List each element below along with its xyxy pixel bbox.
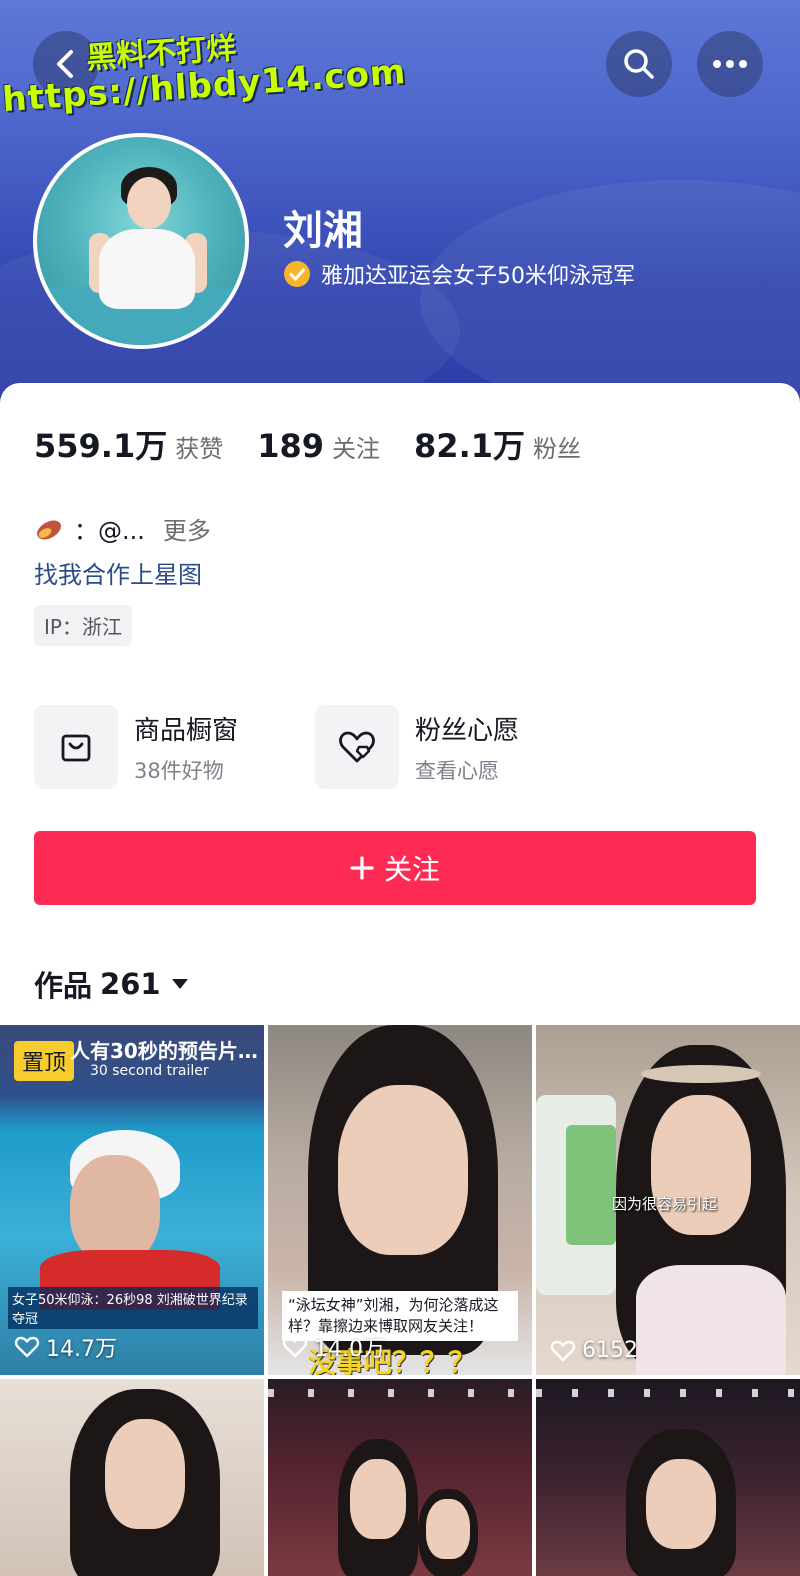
stat-following[interactable]: 189 关注 [257, 427, 380, 465]
video-tile[interactable] [536, 1379, 800, 1576]
video-likes: 14.7万 [14, 1331, 117, 1363]
thumbnail-lights [536, 1389, 800, 1397]
avatar-figure [99, 229, 195, 309]
bio-line: ：@... 更多 [34, 511, 211, 546]
banner-decoration [420, 180, 800, 410]
video-tile[interactable]: 置顶 人有30秒的预告片… 30 second trailer 女子50米仰泳：… [0, 1025, 264, 1375]
follow-button-label: 关注 [383, 853, 440, 886]
works-tab[interactable]: 作品 261 [34, 963, 189, 1005]
thumbnail-figure [636, 1265, 786, 1375]
more-options-button[interactable] [697, 31, 763, 97]
collab-link[interactable]: 找我合作上星图 [34, 555, 202, 590]
bio-more-link[interactable]: 更多 [163, 511, 211, 546]
stat-label: 获赞 [175, 435, 224, 463]
thumbnail-figure [651, 1095, 751, 1235]
thumbnail-figure [350, 1459, 406, 1539]
stat-label: 粉丝 [533, 435, 581, 463]
heart-wish-icon [339, 731, 375, 763]
video-tile[interactable] [0, 1379, 264, 1576]
thumbnail-figure [105, 1419, 185, 1529]
video-tile[interactable] [268, 1379, 532, 1576]
video-likes: 6152 [550, 1338, 638, 1363]
bio-text: ：@... [74, 517, 145, 545]
caret-down-icon [171, 979, 188, 989]
verified-check-icon [284, 261, 310, 287]
thumbnail-figure [646, 1459, 716, 1549]
heart-outline-icon [550, 1340, 576, 1361]
back-button[interactable] [33, 31, 99, 97]
heart-outline-icon [14, 1336, 40, 1358]
wish-icon-box [315, 705, 399, 789]
stat-label: 关注 [332, 435, 381, 463]
shop-title: 商品橱窗 [134, 715, 239, 746]
thumbnail-object [566, 1125, 616, 1245]
video-title-overlay: 人有30秒的预告片… [70, 1039, 258, 1063]
thumbnail-figure [426, 1499, 470, 1559]
heart-outline-icon [282, 1336, 308, 1358]
profile-name: 刘湘 [283, 208, 363, 254]
verification-text: 雅加达亚运会女子50米仰泳冠军 [321, 264, 635, 289]
stats-row: 559.1万 获赞 189 关注 82.1万 粉丝 [34, 421, 615, 467]
avatar-figure [127, 177, 171, 229]
more-dots-icon [713, 60, 747, 68]
stat-likes[interactable]: 559.1万 获赞 [34, 421, 223, 467]
works-label: 作品 [34, 969, 93, 1003]
thumbnail-figure [641, 1065, 761, 1083]
shopping-bag-icon [61, 734, 91, 762]
shop-window-entry[interactable]: 商品橱窗 38件好物 [34, 705, 238, 789]
thumbnail-figure [338, 1085, 468, 1255]
stat-followers[interactable]: 82.1万 粉丝 [414, 421, 581, 467]
avatar[interactable] [33, 133, 249, 349]
stat-value: 189 [257, 427, 325, 465]
stat-value: 82.1万 [414, 427, 525, 465]
thumbnail-figure [70, 1155, 160, 1265]
video-subtitle-overlay: 30 second trailer [90, 1063, 209, 1079]
follow-button[interactable]: 关注 [34, 831, 756, 905]
chevron-left-icon [57, 50, 73, 78]
works-count: 261 [100, 967, 161, 1001]
thumbnail-lights [268, 1389, 532, 1397]
pinned-badge: 置顶 [14, 1041, 75, 1081]
stat-value: 559.1万 [34, 427, 168, 465]
profile-banner: 黑料不打烊 https://hlbdy14.com 刘湘 雅加达亚运会女子50米… [0, 0, 800, 410]
search-icon [624, 49, 654, 79]
video-caption: 因为很容易引起 [612, 1195, 718, 1213]
likes-count: 6152 [582, 1338, 638, 1363]
ip-location-badge: IP：浙江 [34, 605, 132, 646]
watermark-text: 黑料不打烊 [85, 30, 238, 77]
sweet-potato-icon [37, 520, 61, 539]
shop-subtitle: 38件好物 [134, 758, 224, 783]
video-likes: 14.0万 [282, 1331, 385, 1363]
likes-count: 14.7万 [46, 1337, 117, 1362]
video-grid: 置顶 人有30秒的预告片… 30 second trailer 女子50米仰泳：… [0, 1025, 800, 1576]
fan-wish-entry[interactable]: 粉丝心愿 查看心愿 [315, 705, 519, 789]
verification-badge: 雅加达亚运会女子50米仰泳冠军 [283, 258, 635, 290]
plus-icon [350, 856, 374, 880]
likes-count: 14.0万 [314, 1337, 385, 1362]
wish-subtitle: 查看心愿 [415, 758, 499, 783]
search-button[interactable] [606, 31, 672, 97]
video-caption: 女子50米仰泳：26秒98 刘湘破世界纪录夺冠 [8, 1287, 258, 1329]
shop-icon-box [34, 705, 118, 789]
video-tile[interactable]: “泳坛女神”刘湘，为何沦落成这样？靠擦边来博取网友关注！ 没事吧？？？ 14.0… [268, 1025, 532, 1375]
wish-title: 粉丝心愿 [415, 715, 520, 746]
video-tile[interactable]: 因为很容易引起 6152 [536, 1025, 800, 1375]
